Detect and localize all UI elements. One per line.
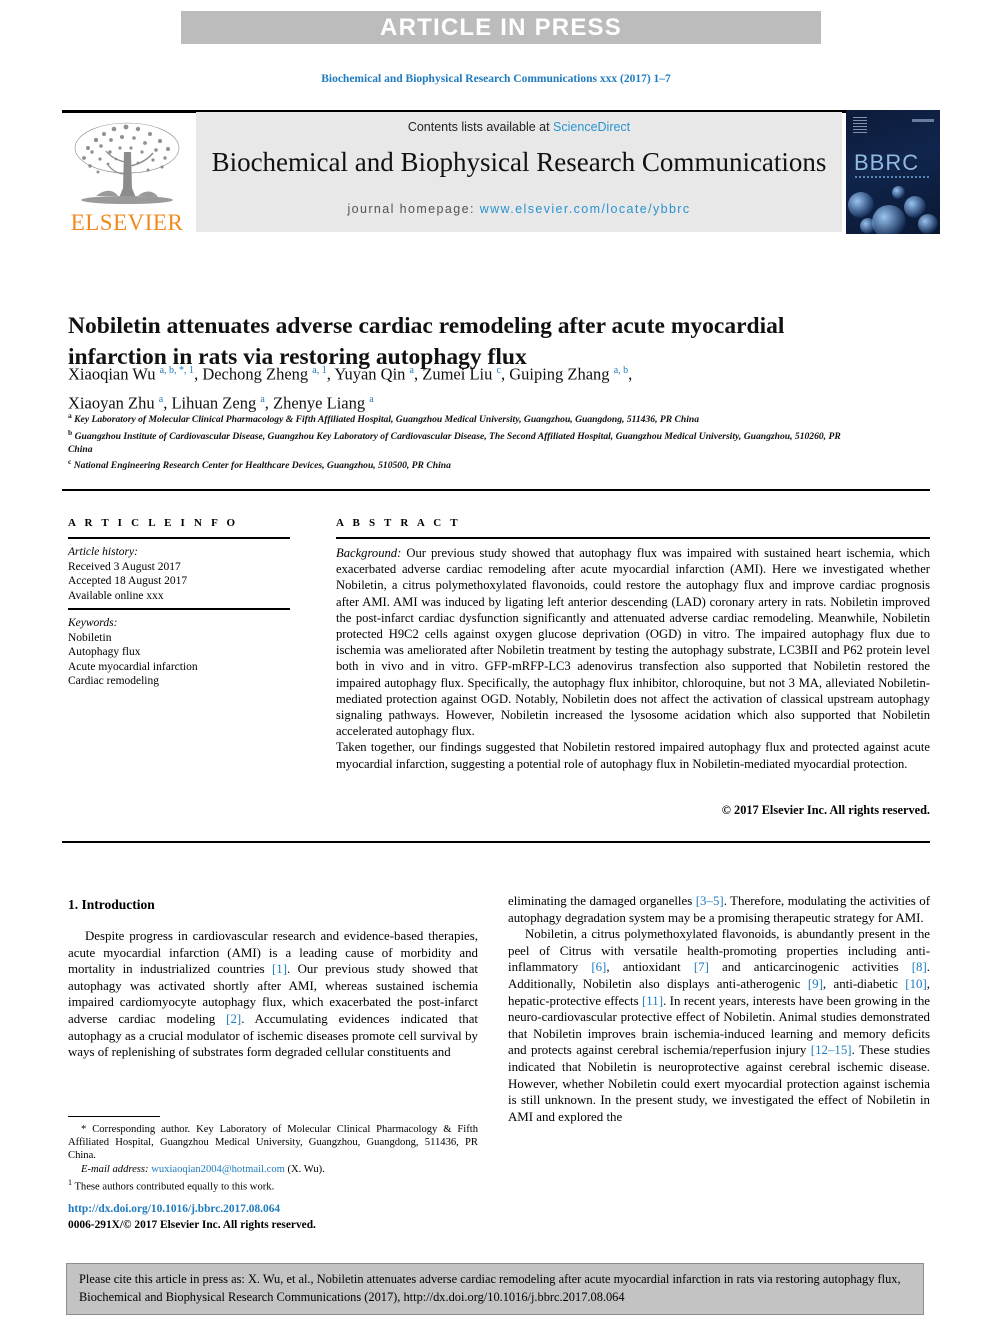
affiliation-text: Guangzhou Institute of Cardiovascular Di… <box>68 430 841 455</box>
abstract-copyright: © 2017 Elsevier Inc. All rights reserved… <box>721 803 930 817</box>
cover-title: BBRC <box>854 150 920 175</box>
doi-link[interactable]: http://dx.doi.org/10.1016/j.bbrc.2017.08… <box>68 1203 280 1215</box>
article-history: Article history: Received 3 August 2017 … <box>68 545 298 603</box>
journal-cover-thumbnail: BBRC <box>846 110 940 234</box>
keyword-item: Autophagy flux <box>68 646 141 659</box>
abstract-body: Background: Our previous study showed th… <box>336 545 930 772</box>
article-history-online: Available online xxx <box>68 589 164 602</box>
affiliation-mark: b <box>68 427 73 437</box>
citation-ref[interactable]: [11] <box>642 994 663 1008</box>
footnote-email-link[interactable]: wuxiaoqian2004@hotmail.com <box>151 1164 285 1175</box>
citation-ref[interactable]: [12–15] <box>811 1043 852 1057</box>
citation-ref[interactable]: [1] <box>272 962 287 976</box>
elsevier-wordmark: ELSEVIER <box>70 210 184 235</box>
citation-ref[interactable]: [9] <box>808 977 823 991</box>
cover-bubble <box>848 192 874 218</box>
author-list: Xiaoqian Wu a, b, *, 1, Dechong Zheng a,… <box>68 358 858 415</box>
abstract-paragraph-1: Background: Our previous study showed th… <box>336 545 930 739</box>
sciencedirect-link[interactable]: ScienceDirect <box>553 120 630 134</box>
cover-publisher-mark-icon <box>853 117 867 133</box>
keyword-item: Acute myocardial infarction <box>68 660 198 673</box>
cover-bubble <box>892 186 905 199</box>
keywords-label: Keywords: <box>68 617 118 629</box>
abstract-heading: A B S T R A C T <box>336 517 461 529</box>
cite-this-article-box: Please cite this article in press as: X.… <box>66 1263 924 1315</box>
affiliation-mark: c <box>68 457 72 467</box>
cover-issn-bar <box>912 119 934 122</box>
affiliation-marker: a <box>409 365 414 376</box>
affiliation-text: National Engineering Research Center for… <box>73 460 451 472</box>
abstract-lead-label: Background: <box>336 546 402 560</box>
cover-subtitle-rule <box>855 176 931 178</box>
footnote-block: * Corresponding author. Key Laboratory o… <box>68 1123 478 1194</box>
article-history-accepted: Accepted 18 August 2017 <box>68 575 188 588</box>
issn-copyright: 0006-291X/© 2017 Elsevier Inc. All right… <box>68 1219 316 1231</box>
abstract-rule <box>336 537 930 539</box>
cover-bubble <box>860 218 876 234</box>
footnote-email: E-mail address: wuxiaoqian2004@hotmail.c… <box>68 1163 478 1176</box>
affiliation-list: a Key Laboratory of Molecular Clinical P… <box>68 410 858 473</box>
intro-paragraph-right-2: Nobiletin, a citrus polymethoxylated fla… <box>508 927 931 1124</box>
intro-paragraph-left: Despite progress in cardiovascular resea… <box>68 929 478 1060</box>
article-history-received: Received 3 August 2017 <box>68 560 181 573</box>
author-line-1: Xiaoqian Wu a, b, *, 1, Dechong Zheng a,… <box>68 364 633 384</box>
article-in-press-banner: ARTICLE IN PRESS <box>181 11 821 44</box>
citation-ref[interactable]: [7] <box>694 960 709 974</box>
affiliation-mark: a <box>68 411 72 420</box>
article-history-label: Article history: <box>68 546 138 558</box>
cover-bubble <box>872 205 906 234</box>
citation-ref[interactable]: [3–5] <box>696 894 724 908</box>
citation-ref[interactable]: [6] <box>591 960 606 974</box>
journal-title: Biochemical and Biophysical Research Com… <box>211 147 827 177</box>
keywords-list: Keywords: Nobiletin Autophagy flux Acute… <box>68 616 298 689</box>
abstract-paragraph-1-text: Our previous study showed that autophagy… <box>336 546 930 739</box>
affiliation-text: Key Laboratory of Molecular Clinical Pha… <box>74 414 700 426</box>
affiliation-marker: a, b <box>613 365 629 376</box>
footnote-corresponding-author: * Corresponding author. Key Laboratory o… <box>68 1124 478 1162</box>
footnote-rule <box>68 1116 160 1118</box>
homepage-prefix: journal homepage: <box>347 202 480 216</box>
citation-ref[interactable]: [8] <box>912 960 927 974</box>
contents-lists-line: Contents lists available at ScienceDirec… <box>196 120 842 134</box>
article-info-heading: A R T I C L E I N F O <box>68 517 239 529</box>
journal-masthead: ELSEVIER Contents lists available at Sci… <box>62 110 940 235</box>
citation-ref[interactable]: [10] <box>905 977 926 991</box>
keyword-item: Cardiac remodeling <box>68 675 160 688</box>
homepage-url-link[interactable]: www.elsevier.com/locate/ybbrc <box>480 202 691 216</box>
journal-title-panel: Contents lists available at ScienceDirec… <box>196 112 842 232</box>
affiliation-item: b Guangzhou Institute of Cardiovascular … <box>68 427 858 456</box>
footnote-email-suffix: (X. Wu). <box>284 1163 325 1175</box>
abstract-paragraph-2: Taken together, our findings suggested t… <box>336 740 930 771</box>
body-column-left: Despite progress in cardiovascular resea… <box>68 928 478 1061</box>
affiliation-item: c National Engineering Research Center f… <box>68 456 858 473</box>
footnote-equal-contribution-text: These authors contributed equally to thi… <box>72 1181 275 1193</box>
section-heading-introduction: 1. Introduction <box>68 897 155 912</box>
keywords-rule <box>68 608 290 610</box>
citation-ref[interactable]: [2] <box>226 1012 241 1026</box>
affiliation-marker: a, 1 <box>312 365 327 376</box>
journal-homepage-line: journal homepage: www.elsevier.com/locat… <box>196 202 842 216</box>
journal-running-head: Biochemical and Biophysical Research Com… <box>321 73 671 85</box>
affiliation-marker: a, b, *, 1 <box>159 365 195 376</box>
abstract-block-bottom-rule <box>62 841 930 843</box>
affiliation-item: a Key Laboratory of Molecular Clinical P… <box>68 410 858 427</box>
affiliation-marker: c <box>496 365 501 376</box>
keyword-item: Nobiletin <box>68 631 112 644</box>
article-info-rule <box>68 537 290 539</box>
affiliation-marker: a <box>158 393 164 405</box>
footnote-email-label: E-mail address: <box>81 1163 149 1175</box>
cite-this-article-text: Please cite this article in press as: X.… <box>79 1272 901 1304</box>
body-column-right: eliminating the damaged organelles [3–5]… <box>508 893 930 1125</box>
abstract-block-top-rule <box>62 489 930 491</box>
elsevier-tree-icon <box>74 122 180 204</box>
footnote-equal-contribution: 1 These authors contributed equally to t… <box>68 1176 478 1194</box>
elsevier-logo: ELSEVIER <box>62 116 192 235</box>
intro-paragraph-right-1: eliminating the damaged organelles [3–5]… <box>508 894 930 925</box>
contents-lists-prefix: Contents lists available at <box>407 120 554 134</box>
cover-bubble <box>918 214 938 234</box>
affiliation-marker: a <box>369 393 374 405</box>
affiliation-marker: a <box>260 393 265 405</box>
